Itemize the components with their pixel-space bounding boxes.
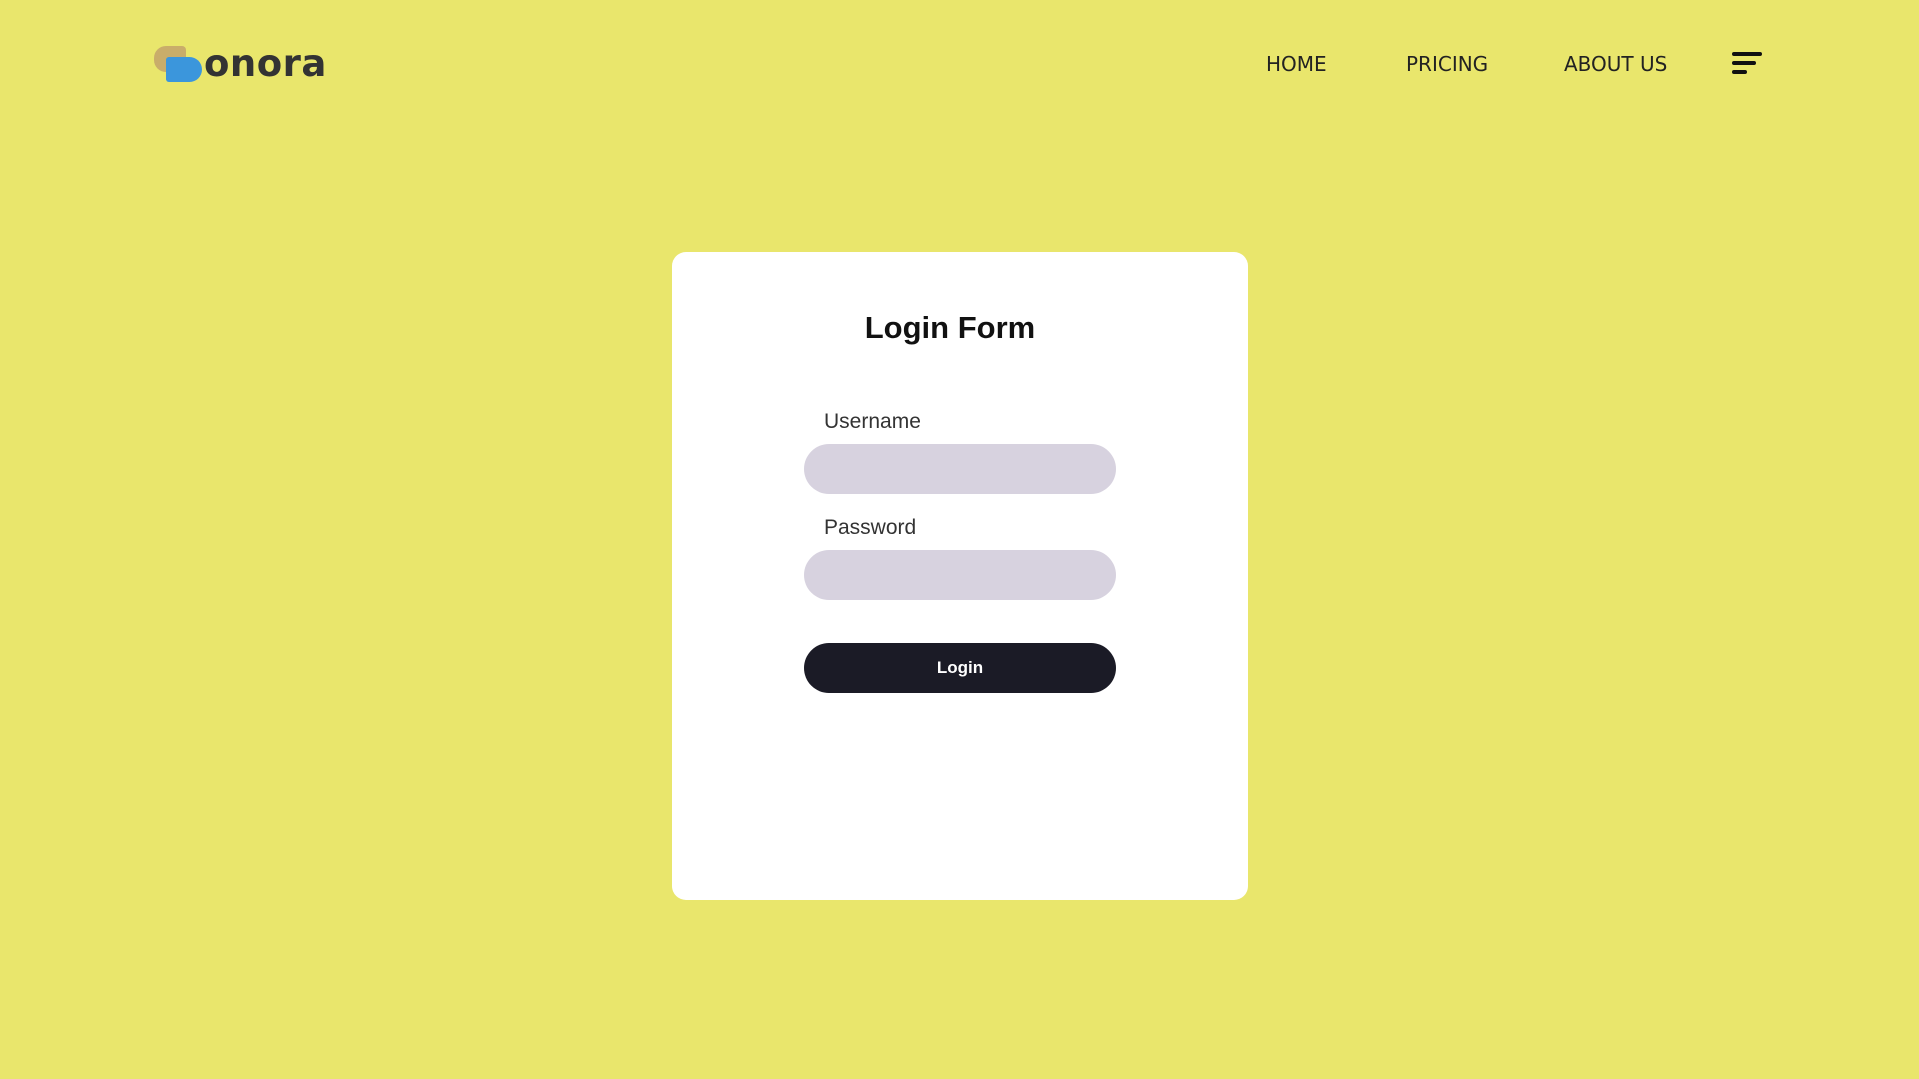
password-input[interactable]	[804, 550, 1116, 600]
nav-link-about-us[interactable]: ABOUT US	[1564, 50, 1684, 78]
nav-link-pricing[interactable]: PRICING	[1406, 50, 1506, 78]
username-label: Username	[824, 410, 921, 433]
brand-name: onora	[204, 42, 327, 85]
login-form-title: Login Form	[864, 310, 1036, 345]
login-card: Login Form Username Password Login	[672, 252, 1248, 900]
site-header: onora HOME PRICING ABOUT US	[0, 0, 1919, 130]
menu-line	[1732, 61, 1756, 65]
login-button[interactable]: Login	[804, 643, 1116, 693]
menu-line	[1732, 52, 1762, 56]
logo-mark-front	[166, 57, 202, 82]
password-label: Password	[824, 516, 917, 539]
brand-logo[interactable]: onora	[152, 44, 327, 84]
logo-mark-icon	[152, 44, 202, 84]
nav-link-home[interactable]: HOME	[1266, 50, 1346, 78]
username-input[interactable]	[804, 444, 1116, 494]
menu-line	[1732, 70, 1747, 74]
hamburger-menu-icon[interactable]	[1732, 52, 1762, 78]
